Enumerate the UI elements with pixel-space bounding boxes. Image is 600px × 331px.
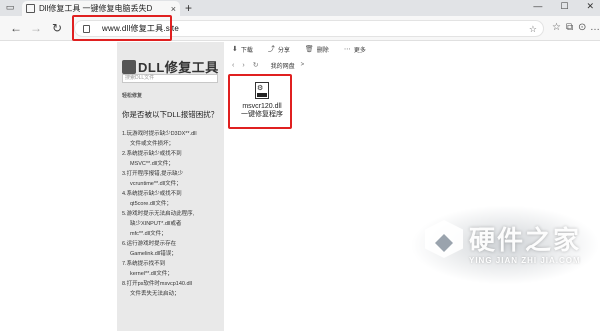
delete-button[interactable]: 🗑 删除 — [305, 45, 329, 54]
section-label: 轻松修复 — [122, 93, 143, 99]
more-label: 更多 — [353, 47, 366, 54]
favorite-star-icon[interactable]: ☆ — [529, 24, 537, 35]
nav-back-icon[interactable]: ‹ — [232, 62, 234, 69]
list-item: 2.系统提示缺少或找不到 — [122, 151, 182, 157]
question-heading: 你是否被以下DLL报错困扰？ — [122, 110, 219, 119]
more-menu-icon[interactable]: … — [590, 21, 600, 35]
list-item: qt5core.dll文件； — [130, 201, 172, 207]
share-button[interactable]: ⤴ 分享 — [268, 44, 290, 54]
list-item: MSVC**.dll文件； — [130, 161, 174, 167]
search-input[interactable]: 搜索DLL文件 — [122, 74, 218, 83]
list-item: 5.游戏时提示无法启动此程序, — [122, 211, 195, 217]
refresh-icon[interactable]: ↻ — [52, 21, 62, 35]
url-highlight-box — [72, 15, 172, 41]
back-icon[interactable]: ← — [10, 21, 22, 35]
nav-forward-icon[interactable]: › — [242, 62, 244, 69]
list-item: vcruntime**.dll文件； — [130, 181, 182, 187]
list-item: 缺少XINPUT*.dll或者 — [130, 221, 182, 227]
profile-icon[interactable]: ⊙ — [578, 21, 586, 35]
watermark: 硬件之家 YING JIAN ZHI JIA.COM — [425, 216, 585, 276]
maximize-icon[interactable]: ☐ — [560, 1, 568, 12]
file-highlight-box — [228, 74, 292, 129]
favicon-icon — [26, 4, 35, 13]
list-item: Gamelink.dll错误； — [130, 251, 177, 257]
page-content: DLL修复工具 搜索DLL文件 轻松修复 你是否被以下DLL报错困扰？ 1.玩游… — [0, 42, 600, 331]
forward-icon[interactable]: → — [30, 21, 42, 35]
list-item: kernel**.dll文件； — [130, 271, 173, 277]
article-panel: DLL修复工具 搜索DLL文件 轻松修复 你是否被以下DLL报错困扰？ 1.玩游… — [117, 42, 224, 331]
new-tab-icon[interactable]: + — [185, 1, 192, 15]
tab-strip: ▭ Dll修复工具 一键修复电脑丢失D × + — ☐ ✕ — [0, 0, 600, 16]
window-controls: — ☐ ✕ — [533, 1, 594, 12]
collections-icon[interactable]: ⧉ — [566, 21, 573, 35]
list-item: 7.系统提示找不到 — [122, 261, 166, 267]
nav-refresh-icon[interactable]: ↻ — [253, 61, 259, 69]
watermark-subtitle: YING JIAN ZHI JIA.COM — [469, 256, 581, 265]
minimize-icon[interactable]: — — [533, 1, 542, 12]
list-item: mfc**.dll文件； — [130, 231, 167, 237]
error-list: 1.玩游戏时提示缺少D3DX**.dll 文件或文件损坏； 2.系统提示缺少或找不到… — [122, 129, 224, 299]
browser-tab[interactable]: Dll修复工具 一键修复电脑丢失D × — [22, 1, 180, 16]
breadcrumb-my-drive[interactable]: 我的网盘 — [271, 61, 295, 70]
tab-title: Dll修复工具 一键修复电脑丢失D — [39, 4, 153, 13]
list-item: 6.运行游戏时提示存在 — [122, 241, 177, 247]
more-button[interactable]: ⋯ 更多 — [344, 45, 366, 54]
list-item: 3.打开程序报错,提示缺少 — [122, 171, 184, 177]
close-tab-icon[interactable]: × — [171, 4, 176, 14]
breadcrumb-separator: > — [300, 62, 305, 68]
list-item: 文件丢失无法启动； — [130, 291, 180, 297]
list-item: 文件或文件损坏； — [130, 141, 175, 147]
download-button[interactable]: ⬇ 下载 — [232, 45, 253, 54]
list-item: 4.系统提示缺少或找不到 — [122, 191, 182, 197]
favorites-icon[interactable]: ☆ — [552, 21, 561, 35]
watermark-title: 硬件之家 — [469, 225, 582, 255]
explorer-command-bar: ⬇ 下载 ⤴ 分享 🗑 删除 ⋯ 更多 — [224, 42, 600, 56]
tab-actions-icon[interactable]: ▭ — [4, 2, 16, 13]
more-icon: ⋯ — [343, 46, 351, 53]
delete-label: 删除 — [316, 47, 329, 54]
explorer-breadcrumb-bar: ‹ › ↻ 我的网盘 > — [224, 59, 600, 71]
close-window-icon[interactable]: ✕ — [586, 1, 594, 12]
download-label: 下载 — [240, 47, 253, 54]
share-label: 分享 — [277, 47, 290, 54]
list-item: 1.玩游戏时提示缺少D3DX**.dll — [122, 131, 197, 137]
brand-logo-icon — [122, 59, 136, 74]
delete-icon: 🗑 — [304, 46, 314, 53]
list-item: 8.打开ps软件时msvcp140.dll — [122, 281, 192, 287]
share-icon: ⤴ — [267, 46, 275, 53]
watermark-logo-icon — [425, 220, 463, 258]
download-icon: ⬇ — [232, 46, 238, 53]
